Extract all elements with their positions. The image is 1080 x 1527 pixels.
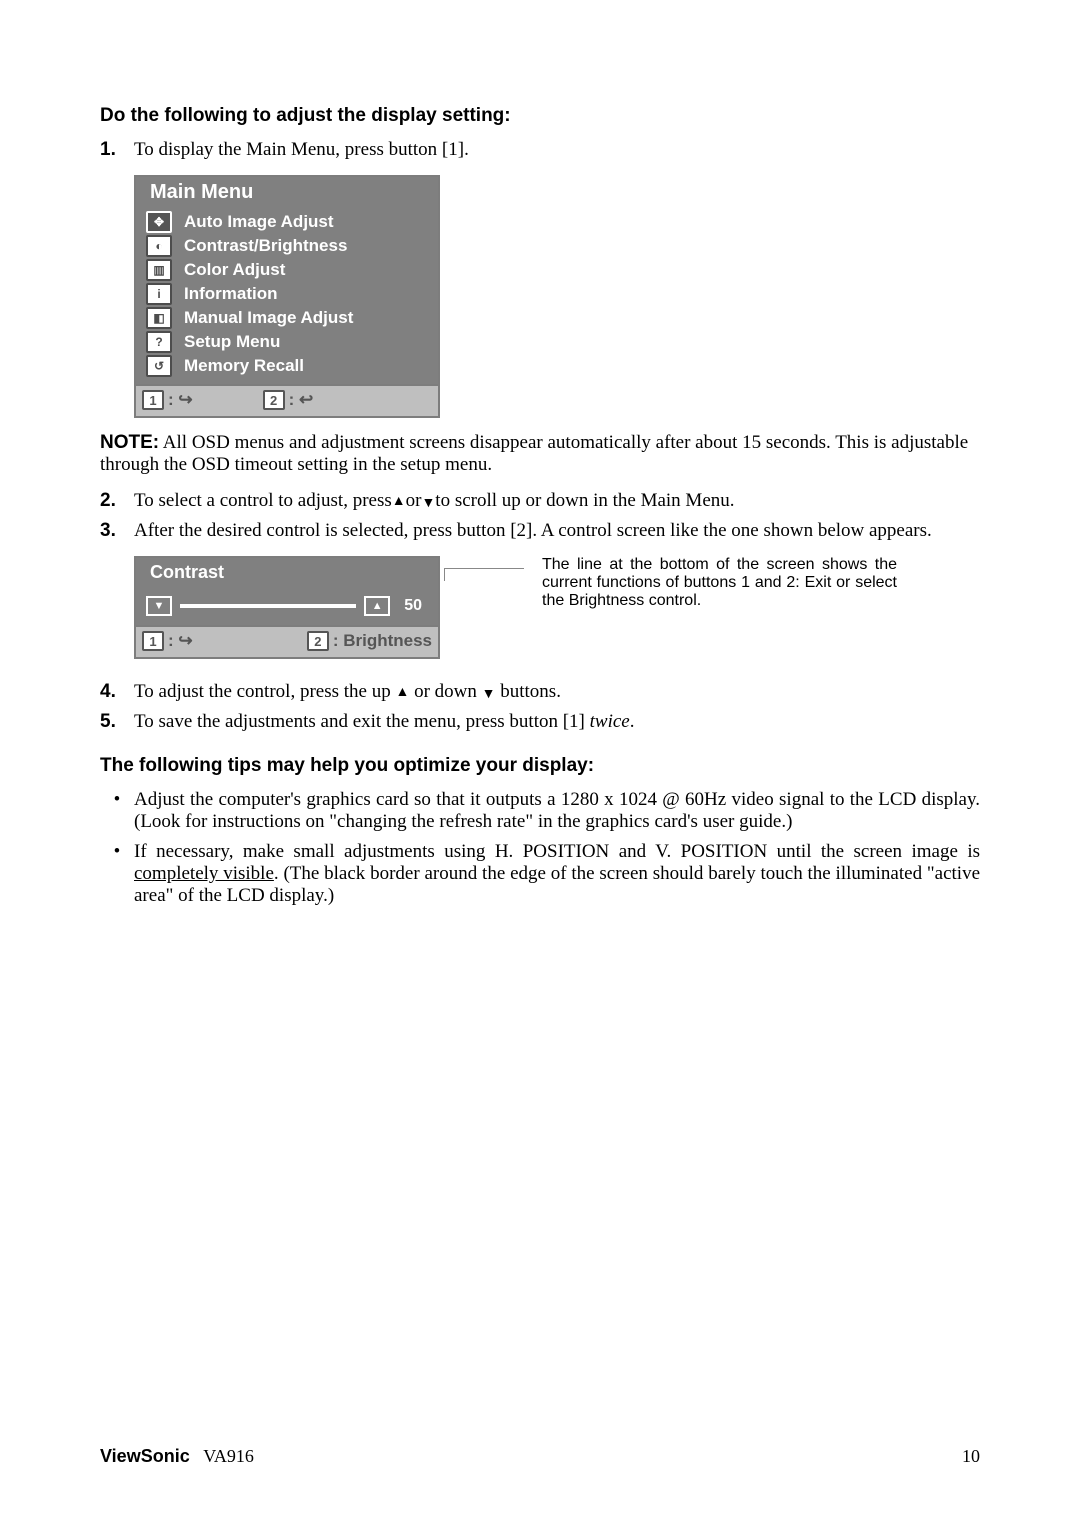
osd-item-label: Manual Image Adjust [184,308,353,328]
osd-foot-2: 2 : Brightness [307,631,432,651]
osd-item-label: Memory Recall [184,356,304,376]
t: or [406,490,422,511]
step-number: 1. [100,139,134,161]
step-text: To display the Main Menu, press button [… [134,139,980,161]
t: To save the adjustments and exit the men… [134,711,590,732]
step-text: After the desired control is selected, p… [134,520,980,542]
triangle-down-icon: ▼ [421,496,435,511]
step-1: 1. To display the Main Menu, press butto… [100,139,980,161]
step-number: 2. [100,490,134,512]
t: or down [409,681,481,702]
page: Do the following to adjust the display s… [0,0,1080,1527]
osd-menu-list: ✥ Auto Image Adjust ◐ Contrast/Brightnes… [136,210,438,384]
callout-text: The line at the bottom of the screen sho… [542,556,897,610]
t: If necessary, make small adjustments usi… [134,841,980,862]
step-5: 5. To save the adjustments and exit the … [100,711,980,733]
osd-item-label: Color Adjust [184,260,285,280]
t: To adjust the control, press the up [134,681,395,702]
osd-footer: 1 : ↪ 2 : ↩ [136,384,438,416]
triangle-down-icon: ▼ [146,596,172,616]
tip-1: • Adjust the computer's graphics card so… [100,789,980,833]
osd-contrast-group: Contrast ▼ ▲ 50 1 : ↪ 2 : Brightness The… [134,556,980,659]
osd-item-icon: ◐ [146,235,172,257]
osd-item-icon: ▥ [146,259,172,281]
section-heading-adjust: Do the following to adjust the display s… [100,105,980,127]
osd-item-information: i Information [146,282,428,306]
osd-slider: ▼ ▲ 50 [136,589,438,625]
tip-text: Adjust the computer's graphics card so t… [134,789,980,833]
osd-item-memory-recall: ↺ Memory Recall [146,354,428,378]
osd-item-icon: i [146,283,172,305]
osd-foot-1: 1 : ↪ [142,631,193,651]
step-2: 2. To select a control to adjust, press▲… [100,490,980,512]
footer-page-number: 10 [962,1446,980,1467]
osd-item-label: Contrast/Brightness [184,236,347,256]
osd-item-icon: ? [146,331,172,353]
underline-text: completely visible [134,863,274,884]
emph-twice: twice [590,711,630,732]
osd-item-manual-image-adjust: ◧ Manual Image Adjust [146,306,428,330]
page-footer: ViewSonic VA916 10 [100,1446,980,1467]
bullet-icon: • [100,789,134,833]
triangle-up-icon: ▲ [364,596,390,616]
osd-item-contrast-brightness: ◐ Contrast/Brightness [146,234,428,258]
osd-item-auto-image-adjust: ✥ Auto Image Adjust [146,210,428,234]
osd-item-icon: ◧ [146,307,172,329]
step-text: To select a control to adjust, press▲or▼… [134,490,980,512]
osd-contrast-title: Contrast [136,558,438,589]
osd-item-color-adjust: ▥ Color Adjust [146,258,428,282]
step-text: To save the adjustments and exit the men… [134,711,980,733]
key-2-icon: 2 [263,390,285,410]
osd-item-setup-menu: ? Setup Menu [146,330,428,354]
slider-track [180,604,356,608]
triangle-up-icon: ▲ [392,494,406,509]
osd-contrast: Contrast ▼ ▲ 50 1 : ↪ 2 : Brightness [134,556,440,659]
tip-2: • If necessary, make small adjustments u… [100,841,980,907]
osd-item-label: Auto Image Adjust [184,212,334,232]
footer-brand: ViewSonic [100,1446,190,1466]
key-2-icon: 2 [307,631,329,651]
t: to scroll up or down in the Main Menu. [435,490,734,511]
t: . [630,711,635,732]
footer-model: VA916 [203,1446,254,1466]
t: buttons. [496,681,561,702]
osd-foot-2: 2 : ↩ [263,390,314,410]
osd-foot-1: 1 : ↪ [142,390,193,410]
osd-contrast-footer: 1 : ↪ 2 : Brightness [136,625,438,657]
step-text: To adjust the control, press the up ▲ or… [134,681,980,703]
bullet-icon: • [100,841,134,907]
osd-item-icon: ✥ [146,211,172,233]
osd-foot-1-sym: : ↪ [168,631,193,651]
osd-title: Main Menu [136,177,438,210]
key-1-icon: 1 [142,390,164,410]
footer-left: ViewSonic VA916 [100,1446,254,1467]
osd-foot-2-label: : Brightness [333,631,432,651]
osd-foot-2-sym: : ↩ [289,390,314,410]
step-number: 3. [100,520,134,542]
osd-item-icon: ↺ [146,355,172,377]
slider-value: 50 [398,595,428,617]
callout-leader-line [444,568,524,581]
step-number: 5. [100,711,134,733]
key-1-icon: 1 [142,631,164,651]
step-number: 4. [100,681,134,703]
step-3: 3. After the desired control is selected… [100,520,980,542]
osd-item-label: Information [184,284,278,304]
t: To select a control to adjust, press [134,490,392,511]
triangle-down-icon: ▼ [482,687,496,702]
triangle-up-icon: ▲ [395,685,409,700]
osd-foot-1-sym: : ↪ [168,390,193,410]
osd-main-menu: Main Menu ✥ Auto Image Adjust ◐ Contrast… [134,175,440,418]
note: NOTE: All OSD menus and adjustment scree… [100,432,980,476]
osd-item-label: Setup Menu [184,332,280,352]
note-text: All OSD menus and adjustment screens dis… [100,432,968,475]
section-heading-tips: The following tips may help you optimize… [100,755,980,777]
note-label: NOTE: [100,432,159,453]
step-4: 4. To adjust the control, press the up ▲… [100,681,980,703]
tip-text: If necessary, make small adjustments usi… [134,841,980,907]
